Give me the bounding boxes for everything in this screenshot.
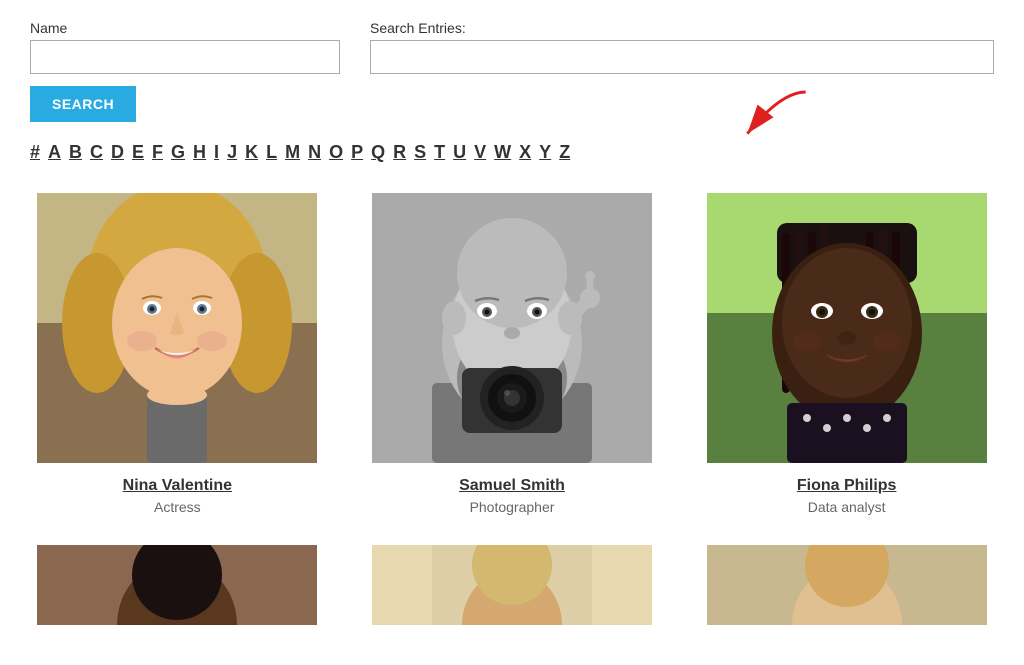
profile-card-partial-2 xyxy=(365,545,660,639)
alpha-link-n[interactable]: N xyxy=(308,142,321,163)
alpha-link-r[interactable]: R xyxy=(393,142,406,163)
alpha-link-i[interactable]: I xyxy=(214,142,219,163)
profile-name-fiona[interactable]: Fiona Philips xyxy=(797,477,897,495)
alpha-link-a[interactable]: A xyxy=(48,142,61,163)
alpha-link-k[interactable]: K xyxy=(245,142,258,163)
name-field-group: Name xyxy=(30,20,340,74)
profile-card: Nina Valentine Actress xyxy=(30,193,325,515)
alpha-link-t[interactable]: T xyxy=(434,142,445,163)
alpha-link-v[interactable]: V xyxy=(474,142,486,163)
profile-photo-partial-2 xyxy=(372,545,652,625)
alpha-link-x[interactable]: X xyxy=(519,142,531,163)
alpha-link-m[interactable]: M xyxy=(285,142,300,163)
name-input[interactable] xyxy=(30,40,340,74)
alpha-link-u[interactable]: U xyxy=(453,142,466,163)
alpha-link-d[interactable]: D xyxy=(111,142,124,163)
alpha-link-s[interactable]: S xyxy=(414,142,426,163)
alpha-link-e[interactable]: E xyxy=(132,142,144,163)
alpha-link-j[interactable]: J xyxy=(227,142,237,163)
profile-photo-partial-3 xyxy=(707,545,987,625)
profiles-grid: Nina Valentine Actress xyxy=(30,193,994,639)
arrow-indicator xyxy=(714,82,814,157)
alpha-link-p[interactable]: P xyxy=(351,142,363,163)
name-label: Name xyxy=(30,20,340,36)
search-section: Name Search Entries: SEARCH xyxy=(30,20,994,122)
alphabet-nav: # ABCDEFGHIJKLMNOPQRSTUVWXYZ xyxy=(30,142,994,163)
alpha-link-w[interactable]: W xyxy=(494,142,511,163)
alpha-link-b[interactable]: B xyxy=(69,142,82,163)
entries-label: Search Entries: xyxy=(370,20,994,36)
alpha-link-l[interactable]: L xyxy=(266,142,277,163)
entries-input[interactable] xyxy=(370,40,994,74)
profile-role-nina: Actress xyxy=(154,499,201,515)
profile-card: Samuel Smith Photographer xyxy=(365,193,660,515)
alpha-link-h[interactable]: H xyxy=(193,142,206,163)
profile-role-fiona: Data analyst xyxy=(808,499,886,515)
alpha-link-y[interactable]: Y xyxy=(539,142,551,163)
profile-photo-fiona xyxy=(707,193,987,463)
profile-card-partial-1 xyxy=(30,545,325,639)
alpha-link-hash[interactable]: # xyxy=(30,142,40,163)
entries-field-group: Search Entries: xyxy=(370,20,994,74)
alpha-link-q[interactable]: Q xyxy=(371,142,385,163)
profile-photo-nina xyxy=(37,193,317,463)
alpha-link-z[interactable]: Z xyxy=(559,142,570,163)
profile-photo-samuel xyxy=(372,193,652,463)
alpha-link-g[interactable]: G xyxy=(171,142,185,163)
search-button-row: SEARCH xyxy=(30,86,994,122)
profile-card: Fiona Philips Data analyst xyxy=(699,193,994,515)
search-button[interactable]: SEARCH xyxy=(30,86,136,122)
alpha-link-f[interactable]: F xyxy=(152,142,163,163)
profile-name-samuel[interactable]: Samuel Smith xyxy=(459,477,565,495)
alpha-link-o[interactable]: O xyxy=(329,142,343,163)
profile-card-partial-3 xyxy=(699,545,994,639)
profile-photo-partial-1 xyxy=(37,545,317,625)
alpha-link-c[interactable]: C xyxy=(90,142,103,163)
profile-name-nina[interactable]: Nina Valentine xyxy=(123,477,232,495)
profile-role-samuel: Photographer xyxy=(470,499,555,515)
search-row: Name Search Entries: xyxy=(30,20,994,74)
